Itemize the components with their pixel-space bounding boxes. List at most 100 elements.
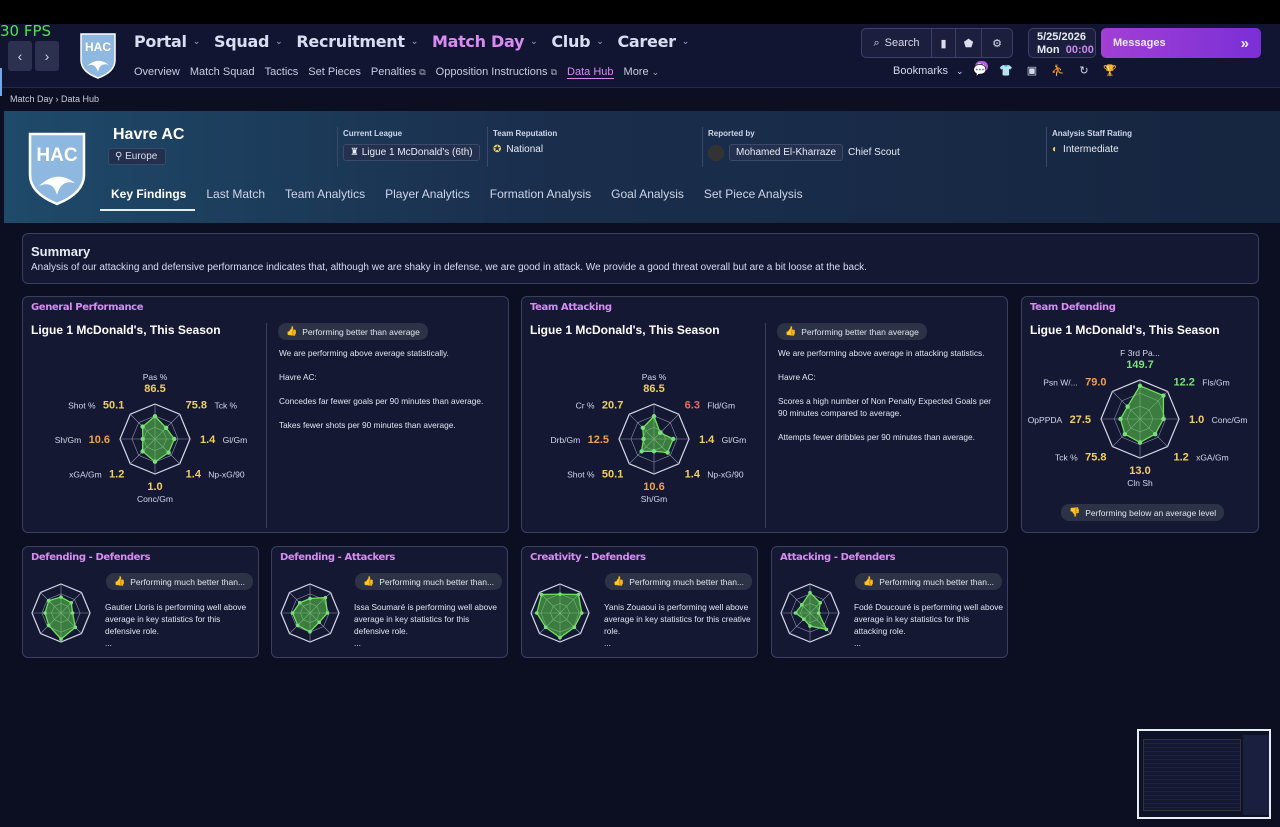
radar-point [166, 450, 171, 455]
radar-axis-value: 1.4 [200, 434, 216, 446]
radar-point [140, 424, 145, 429]
search-icon: ⌕ [873, 36, 880, 49]
divider [266, 323, 267, 528]
tab-last-match[interactable]: Last Match [195, 185, 274, 211]
tab-goal-analysis[interactable]: Goal Analysis [600, 185, 693, 211]
radar-point [818, 600, 823, 605]
radar-point [639, 449, 644, 454]
nav-portal[interactable]: Portal ⌄ [134, 32, 200, 51]
radar-point [1125, 404, 1130, 409]
breadcrumb-parent[interactable]: Match Day [10, 94, 53, 104]
radar-axis-label: Shot % [567, 470, 595, 480]
training-icon[interactable]: ⛹ [1050, 64, 1066, 77]
radar-axis-label: Cr % [576, 400, 595, 410]
player-card-defending-defenders[interactable]: Defending - Defenders 👍 Performing much b… [22, 546, 259, 658]
subnav-tactics[interactable]: Tactics [265, 66, 299, 79]
radar-point [69, 600, 74, 605]
player-card-attacking-defenders[interactable]: Attacking - Defenders 👍 Performing much b… [771, 546, 1008, 658]
back-arrow-icon[interactable]: ‹ [8, 41, 32, 71]
subnav-overview[interactable]: Overview [134, 66, 180, 79]
radar-point [641, 436, 646, 442]
tab-player-analytics[interactable]: Player Analytics [374, 185, 479, 211]
radar-axis-label: Cln Sh [1127, 478, 1153, 488]
thumbs-up-icon: 👍 [286, 326, 298, 336]
radar-axis-label: Fls/Gm [1202, 378, 1229, 388]
nav-squad[interactable]: Squad ⌄ [214, 32, 283, 51]
radar-axis-value: 1.0 [147, 481, 162, 493]
chat-icon[interactable]: 💬 [972, 64, 988, 77]
radar-point [323, 595, 328, 600]
subnav-match-squad[interactable]: Match Squad [190, 66, 255, 79]
club-icon[interactable]: ⬟ [956, 29, 982, 57]
toolbar: ⌕ Search ▮ ⬟ ⚙ [861, 28, 1013, 58]
tab-team-analytics[interactable]: Team Analytics [274, 185, 374, 211]
thumbs-up-icon: 👍 [114, 576, 126, 586]
messages-button[interactable]: Messages» [1101, 28, 1261, 58]
radar-point [539, 592, 544, 597]
breadcrumb-current: Data Hub [61, 94, 100, 104]
radar-axis-value: 50.1 [602, 469, 623, 481]
radar-axis-value: 27.5 [1070, 414, 1091, 426]
radar-axis-value: 1.0 [1189, 414, 1204, 426]
subnav-penalties[interactable]: Penalties ⧉ [371, 66, 426, 79]
nav-club[interactable]: Club ⌄ [551, 32, 603, 51]
fps-counter: 30 FPS [0, 22, 52, 40]
scout-name[interactable]: Mohamed El-Kharraze [729, 144, 844, 161]
radar-point [579, 611, 584, 615]
nav-career[interactable]: Career ⌄ [617, 32, 689, 51]
chevron-down-icon: ⌄ [596, 36, 604, 47]
subnav-more[interactable]: More ⌄ [624, 66, 660, 79]
player-radar-chart [780, 583, 840, 643]
radar-axis-value: 1.4 [685, 469, 701, 481]
rating-half-circle-icon: ◐ [1052, 144, 1059, 155]
nav-recruitment[interactable]: Recruitment ⌄ [296, 32, 418, 51]
trophy-icon[interactable]: 🏆 [1102, 64, 1118, 77]
team-defending-card[interactable]: Team Defending Ligue 1 McDonald's, This … [1021, 296, 1259, 533]
forward-arrow-icon[interactable]: › [35, 41, 59, 71]
tab-set-piece-analysis[interactable]: Set Piece Analysis [693, 185, 812, 211]
search-button[interactable]: ⌕ Search [862, 29, 932, 57]
tab-key-findings[interactable]: Key Findings [100, 185, 196, 211]
radar-axis-label: Tck % [1055, 452, 1078, 462]
thumbs-up-icon: 👍 [363, 576, 375, 586]
league-pill[interactable]: ♜ Ligue 1 McDonald's (6th) [343, 144, 480, 161]
clipboard-icon[interactable]: ▣ [1024, 64, 1040, 77]
thumbs-down-icon: 👎 [1069, 507, 1081, 517]
general-performance-card[interactable]: General Performance Ligue 1 McDonald's, … [22, 296, 509, 533]
card-title: Team Attacking [530, 302, 612, 313]
date-display[interactable]: 5/25/2026 Mon 00:00 [1028, 28, 1096, 58]
radar-axis-label: Drb/Gm [550, 435, 580, 445]
radar-axis-label: Conc/Gm [1212, 415, 1248, 425]
day-text: Mon [1037, 44, 1060, 56]
summary-title: Summary [31, 244, 91, 259]
radar-axis-value: 79.0 [1085, 377, 1106, 389]
radar-point [802, 617, 806, 621]
minimap-preview[interactable] [1137, 729, 1271, 819]
nav-match-day[interactable]: Match Day ⌄ [432, 32, 538, 51]
subnav-opposition-instructions[interactable]: Opposition Instructions ⧉ [436, 66, 557, 79]
attacking-radar-chart: Pas %86.5 Fld/Gm 6.3 Gl/Gm 1.4 Np-xG/90 1.4 Sh/… [550, 372, 746, 504]
minimap-sidebar [1243, 735, 1269, 815]
shirt-icon[interactable]: 👕 [998, 64, 1014, 77]
club-crest-small[interactable]: HAC [78, 32, 118, 85]
bookmarks-dropdown[interactable]: Bookmarks ⌄ [893, 65, 964, 77]
player-card-defending-attackers[interactable]: Defending - Attackers 👍 Performing much b… [271, 546, 508, 658]
radar-point [325, 611, 330, 615]
team-attacking-card[interactable]: Team Attacking Ligue 1 McDonald's, This … [521, 296, 1008, 533]
radar-axis-value: 12.2 [1173, 377, 1194, 389]
gear-icon[interactable]: ⚙ [982, 29, 1012, 57]
card-subtitle: Ligue 1 McDonald's, This Season [530, 323, 720, 337]
crest-abbr: HAC [85, 40, 111, 54]
tab-formation-analysis[interactable]: Formation Analysis [479, 185, 600, 211]
radar-point [1137, 440, 1143, 445]
radar-point [1122, 431, 1128, 437]
bookmark-icon[interactable]: ▮ [932, 29, 956, 57]
subnav-set-pieces[interactable]: Set Pieces [308, 66, 361, 79]
radar-axis-value: 86.5 [643, 383, 664, 395]
radar-point [59, 595, 63, 599]
player-card-creativity-defenders[interactable]: Creativity - Defenders 👍 Performing much … [521, 546, 758, 658]
quick-icons: 💬 👕 ▣ ⛹ ↻ 🏆 [972, 64, 1118, 77]
subnav-data-hub[interactable]: Data Hub [567, 66, 614, 79]
radar-point [824, 627, 829, 632]
refresh-icon[interactable]: ↻ [1076, 64, 1092, 77]
